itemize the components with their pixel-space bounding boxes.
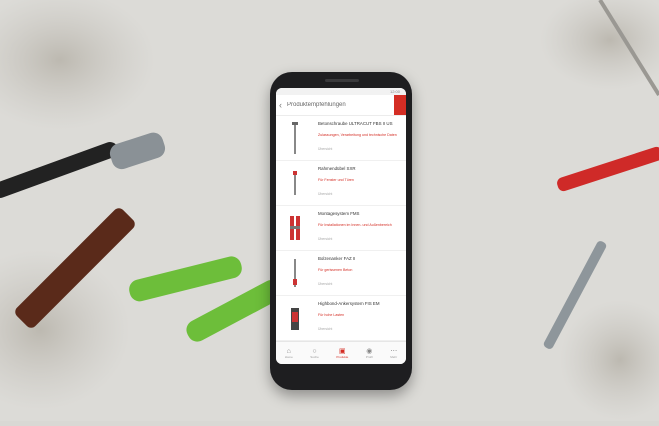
nav-tab-more[interactable]: ⋯ Mehr — [390, 348, 397, 359]
list-item[interactable]: Montagesystem FMS Für Installationen im … — [276, 206, 406, 251]
profile-icon: ◉ — [366, 347, 373, 355]
status-bar: 12:00 — [276, 88, 406, 95]
product-name: Betonschraube ULTRACUT FBS II US — [318, 121, 393, 126]
app-screen: 12:00 ‹ Produktempfehlungen Betonschraub… — [276, 88, 406, 364]
product-description: Für Fenster und Türen — [318, 178, 354, 182]
product-description: Für gerissenen Beton — [318, 268, 353, 272]
smartphone: 12:00 ‹ Produktempfehlungen Betonschraub… — [270, 72, 412, 390]
search-icon: ○ — [312, 347, 317, 355]
home-icon: ⌂ — [286, 347, 291, 355]
products-icon: ▣ — [339, 347, 346, 355]
nav-label: Profil — [365, 354, 373, 359]
product-description: Zulassungen, Verarbeitung und technische… — [318, 133, 397, 137]
product-subtitle: Übersicht — [318, 192, 333, 196]
product-name: Highbond-Ankersystem FIS EM — [318, 301, 380, 306]
product-subtitle: Übersicht — [318, 282, 333, 286]
product-name: Bolzenanker FAZ II — [318, 256, 356, 261]
app-header: ‹ Produktempfehlungen — [276, 95, 406, 116]
screw-anchor-icon — [292, 122, 298, 154]
mounting-system-icon — [290, 216, 300, 240]
product-subtitle: Übersicht — [318, 147, 333, 151]
list-item[interactable]: Highbond-Ankersystem FIS EM Für hohe Las… — [276, 296, 406, 341]
list-item[interactable]: Betonschraube ULTRACUT FBS II US Zulassu… — [276, 116, 406, 161]
product-subtitle: Übersicht — [318, 327, 333, 331]
nav-label: Produkte — [336, 354, 349, 359]
status-time: 12:00 — [389, 89, 400, 94]
more-icon: ⋯ — [390, 347, 398, 355]
phone-speaker — [325, 79, 359, 82]
nav-label: Home — [284, 354, 293, 359]
chemical-anchor-icon — [291, 308, 299, 330]
nav-tab-home[interactable]: ⌂ Home — [285, 348, 293, 359]
list-item[interactable]: Bolzenanker FAZ II Für gerissenen Beton … — [276, 251, 406, 296]
bolt-anchor-icon — [293, 259, 297, 287]
back-arrow-icon[interactable]: ‹ — [279, 100, 287, 110]
nav-tab-profile[interactable]: ◉ Profil — [366, 348, 373, 359]
product-description: Für Installationen im Innen- und Außenbe… — [318, 223, 392, 227]
nav-tab-search[interactable]: ○ Suche — [310, 348, 319, 359]
bottom-navigation: ⌂ Home ○ Suche ▣ Produkte ◉ Profil ⋯ Meh… — [276, 341, 406, 364]
product-name: Rahmendübel SXR — [318, 166, 356, 171]
product-subtitle: Übersicht — [318, 237, 333, 241]
product-name: Montagesystem FMS — [318, 211, 360, 216]
nav-label: Suche — [310, 354, 319, 359]
nav-tab-products[interactable]: ▣ Produkte — [336, 348, 348, 359]
product-description: Für hohe Lasten — [318, 313, 345, 317]
frame-anchor-icon — [293, 171, 297, 195]
list-item[interactable]: Rahmendübel SXR Für Fenster und Türen Üb… — [276, 161, 406, 206]
page-title: Produktempfehlungen — [287, 102, 346, 108]
brand-badge — [394, 95, 406, 115]
product-list: Betonschraube ULTRACUT FBS II US Zulassu… — [276, 116, 406, 342]
nav-label: Mehr — [390, 354, 398, 359]
